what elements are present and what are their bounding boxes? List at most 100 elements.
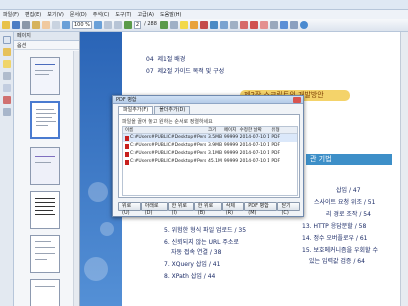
column-pages[interactable]: 페이지 <box>222 127 238 133</box>
page-thumbnail[interactable] <box>30 57 60 95</box>
toc-item: 자동 접속 연결 / 38 <box>171 249 222 256</box>
email-icon[interactable] <box>32 21 40 29</box>
options-button[interactable]: 옵션 <box>17 42 26 49</box>
table-row[interactable]: C:#Users#PUBLIC#Desktop#Personal#PC 한국 웹… <box>123 158 297 166</box>
eraser-icon[interactable] <box>259 21 268 29</box>
measure-icon[interactable] <box>279 21 288 29</box>
page-number-field[interactable]: 2 <box>133 21 142 29</box>
column-type[interactable]: 유형 <box>269 127 297 133</box>
next-page-icon[interactable] <box>159 21 168 29</box>
pen-icon[interactable] <box>249 21 258 29</box>
bookmarks-icon[interactable] <box>3 48 11 56</box>
panel-tools: 옵션 <box>14 41 79 50</box>
toc-item: 13. HTTP 응답분할 / 58 <box>302 223 367 230</box>
pages-panel-icon[interactable] <box>3 36 11 44</box>
toc-item: 5. 위험한 형식 파일 업로드 / 35 <box>164 227 247 234</box>
pdf-merge-dialog: PDF 병합 파일추가(F) 폴더추가(D) 파일을 끌어 놓고 원하는 순서로… <box>112 95 304 217</box>
table-row[interactable]: C:#Users#PUBLIC#Desktop#Personal#PC 한국 웹… <box>123 150 297 158</box>
help-icon[interactable] <box>299 21 308 29</box>
section-heading: 관 기법 <box>306 154 392 165</box>
zoom-out-icon[interactable] <box>62 21 70 29</box>
document-scrollbar[interactable] <box>400 32 408 306</box>
page-thumbnail[interactable] <box>30 147 60 185</box>
file-table[interactable]: 이름 크기 페이지 수정한 날짜 유형 C:#Users#PUBLIC#Desk… <box>122 126 298 196</box>
move-top-button[interactable]: 한 위로(I) <box>167 202 194 216</box>
sign-icon[interactable] <box>209 21 218 29</box>
thumbnail-list[interactable] <box>14 51 74 306</box>
shape-icon[interactable] <box>239 21 248 29</box>
open-icon[interactable] <box>2 21 10 29</box>
add-file-button[interactable]: 파일추가(F) <box>118 106 154 114</box>
panel-scrollbar[interactable] <box>73 51 79 306</box>
menu-bar: 파일(F) 편집(E) 보기(V) 문서(D) 주석(C) 도구(T) 고급(A… <box>0 10 408 19</box>
toc-item: 있는 입력값 검증 / 64 <box>309 258 365 265</box>
save-icon[interactable] <box>12 21 20 29</box>
table-row[interactable]: C:#Users#PUBLIC#Desktop#Personal#PC 한국 웹… <box>123 134 297 142</box>
menu-view[interactable]: 보기(V) <box>47 11 64 18</box>
pages-panel: 페이지 옵션 <box>14 32 80 306</box>
attachments-icon[interactable] <box>3 72 11 80</box>
print-icon[interactable] <box>22 21 30 29</box>
fit-page-icon[interactable] <box>103 21 112 29</box>
stamp-icon[interactable] <box>199 21 208 29</box>
menu-advanced[interactable]: 고급(A) <box>137 11 154 18</box>
menu-comment[interactable]: 주석(C) <box>93 11 110 18</box>
column-name[interactable]: 이름 <box>123 127 206 133</box>
menu-file[interactable]: 파일(F) <box>3 11 19 18</box>
fit-width-icon[interactable] <box>113 21 122 29</box>
highlight-icon[interactable] <box>189 21 198 29</box>
previous-page-icon[interactable] <box>123 21 132 29</box>
comments-icon[interactable] <box>3 60 11 68</box>
hand-tool-icon[interactable] <box>42 21 50 29</box>
merge-pdf-button[interactable]: PDF 병합(M) <box>244 202 278 216</box>
move-bottom-button[interactable]: 한 위로(B) <box>193 202 222 216</box>
pdf-file-icon <box>125 143 129 149</box>
link-icon[interactable] <box>219 21 228 29</box>
menu-tools[interactable]: 도구(T) <box>115 11 131 18</box>
toc-item: 7. XQuery 삽입 / 41 <box>164 261 221 268</box>
table-header: 이름 크기 페이지 수정한 날짜 유형 <box>123 127 297 134</box>
comment-icon[interactable] <box>179 21 188 29</box>
navigation-strip <box>0 32 14 306</box>
rotate-icon[interactable] <box>169 21 178 29</box>
menu-help[interactable]: 도움말(H) <box>160 11 181 18</box>
pdf-file-icon <box>125 151 129 157</box>
title-bar <box>0 0 408 10</box>
toc-item: 삽입 / 47 <box>336 187 361 194</box>
toc-item: 14. 정수 오버플로우 / 61 <box>302 235 368 242</box>
zoom-field[interactable]: 100 % <box>72 21 92 29</box>
column-modified[interactable]: 수정한 날짜 <box>238 127 270 133</box>
menu-document[interactable]: 문서(D) <box>70 11 87 18</box>
move-up-button[interactable]: 위로(U) <box>118 202 141 216</box>
page-thumbnail[interactable] <box>30 235 60 273</box>
panel-title: 페이지 <box>14 32 79 41</box>
attach-icon[interactable] <box>269 21 278 29</box>
table-row[interactable]: C:#Users#PUBLIC#Desktop#Personal#PC 한국 웹… <box>123 142 297 150</box>
toc-item: 리 경로 조작 / 54 <box>326 211 371 218</box>
signatures-icon[interactable] <box>3 96 11 104</box>
select-tool-icon[interactable] <box>52 21 60 29</box>
drop-hint: 파일을 끌어 놓고 원하는 순서로 정렬하세요 <box>122 119 213 125</box>
layers-icon[interactable] <box>3 84 11 92</box>
close-button[interactable]: 닫기(C) <box>277 202 300 216</box>
page-thumbnail[interactable] <box>30 101 60 139</box>
dialog-tabs: 파일추가(F) 폴더추가(D) <box>118 106 191 114</box>
page-thumbnail[interactable] <box>30 279 60 306</box>
links-icon[interactable] <box>3 108 11 116</box>
page-thumbnail[interactable] <box>30 191 60 229</box>
move-down-button[interactable]: 아래로(D) <box>140 202 168 216</box>
page-total: / 288 <box>144 21 157 27</box>
security-icon[interactable] <box>289 21 298 29</box>
column-size[interactable]: 크기 <box>206 127 222 133</box>
toc-item: 8. XPath 삽입 / 44 <box>164 273 216 280</box>
toc-line: 07 제2절 가이드 목적 및 구성 <box>146 68 225 75</box>
delete-button[interactable]: 삭제(R) <box>221 202 245 216</box>
text-box-icon[interactable] <box>229 21 238 29</box>
toc-line: 04 제1절 배경 <box>146 56 186 63</box>
close-icon[interactable] <box>293 97 301 103</box>
toolbar: 100 % 2 / 288 <box>0 19 408 32</box>
zoom-in-icon[interactable] <box>93 21 102 29</box>
add-folder-button[interactable]: 폴더추가(D) <box>154 106 191 114</box>
toc-item: 6. 신뢰되지 않는 URL 주소로 <box>164 239 239 246</box>
menu-edit[interactable]: 편집(E) <box>25 11 41 18</box>
